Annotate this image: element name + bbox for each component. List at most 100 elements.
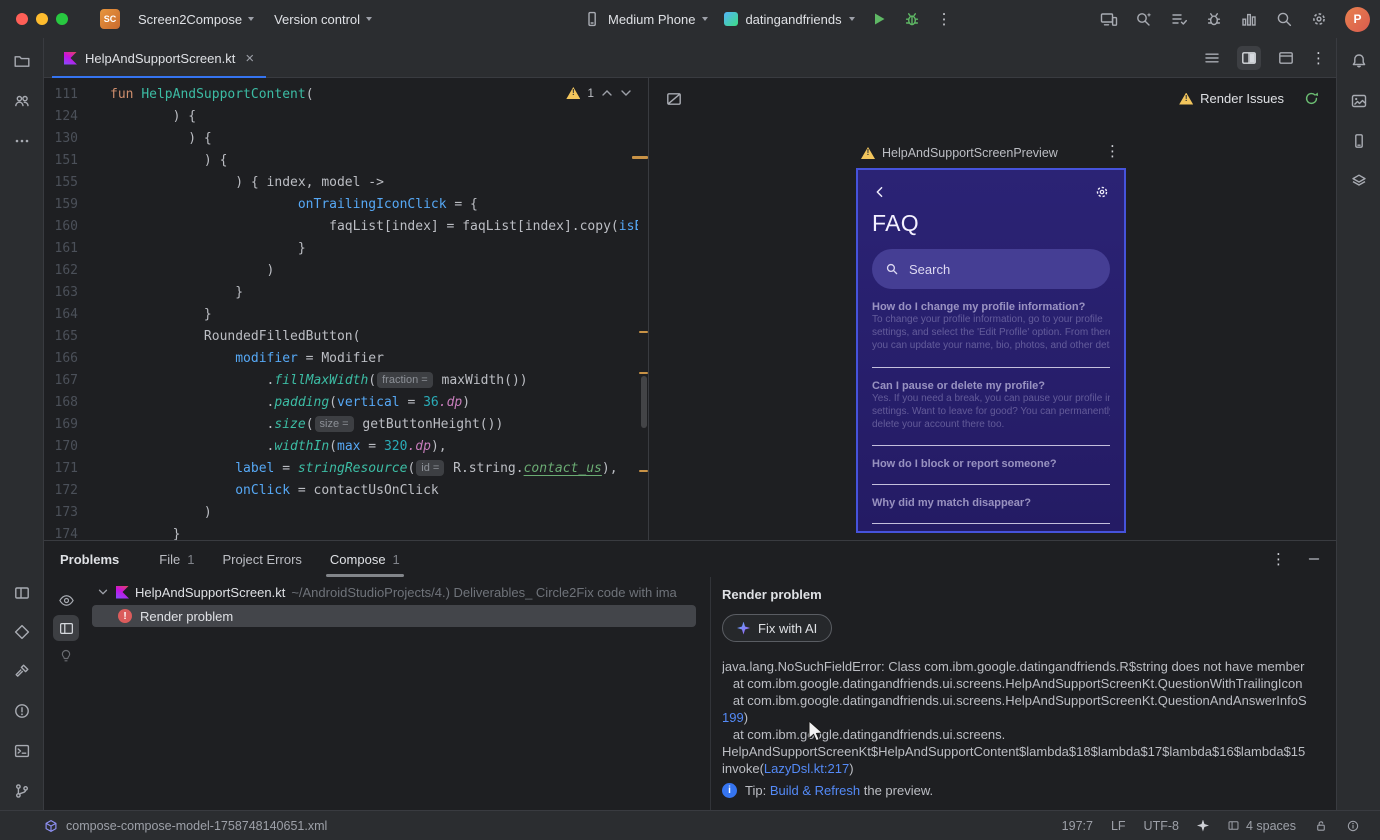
line-number[interactable]: 155 bbox=[44, 172, 78, 194]
code-line[interactable]: ) { bbox=[110, 128, 638, 150]
phone-preview-screen[interactable]: FAQ Search How do I change my profile in… bbox=[856, 168, 1126, 533]
settings-gear-icon[interactable] bbox=[1310, 10, 1328, 28]
code-line[interactable]: .size(size = getButtonHeight()) bbox=[110, 414, 638, 436]
code-line[interactable]: ) { index, model -> bbox=[110, 172, 638, 194]
line-number[interactable]: 166 bbox=[44, 348, 78, 370]
fix-with-ai-button[interactable]: Fix with AI bbox=[722, 614, 833, 642]
caret-position-widget[interactable]: 197:7 bbox=[1062, 819, 1093, 833]
quickfix-bulb-icon[interactable] bbox=[53, 643, 79, 669]
indent-widget[interactable]: 4 spaces bbox=[1227, 819, 1296, 833]
problems-icon[interactable] bbox=[13, 702, 31, 720]
preview-options-kebab[interactable]: ⋮ bbox=[1105, 144, 1120, 159]
build-icon[interactable] bbox=[13, 662, 31, 680]
code-line[interactable]: onClick = contactUsOnClick bbox=[110, 480, 638, 502]
editor-options-kebab[interactable]: ⋮ bbox=[1311, 51, 1326, 66]
line-number[interactable]: 164 bbox=[44, 304, 78, 326]
device-mirroring-icon[interactable] bbox=[1100, 10, 1118, 28]
line-number[interactable]: 169 bbox=[44, 414, 78, 436]
project-menu[interactable]: Screen2Compose bbox=[128, 7, 264, 32]
line-number[interactable]: 160 bbox=[44, 216, 78, 238]
line-number[interactable]: 172 bbox=[44, 480, 78, 502]
line-number[interactable]: 165 bbox=[44, 326, 78, 348]
editor-list-icon[interactable] bbox=[1200, 46, 1224, 70]
new-window-icon[interactable] bbox=[1274, 46, 1298, 70]
app-inspection-icon[interactable] bbox=[1205, 10, 1223, 28]
problems-file-row[interactable]: HelpAndSupportScreen.kt ~/AndroidStudioP… bbox=[88, 581, 704, 603]
line-number[interactable]: 173 bbox=[44, 502, 78, 524]
terminal-icon[interactable] bbox=[13, 742, 31, 760]
code-line[interactable]: } bbox=[110, 524, 638, 540]
search-icon[interactable] bbox=[1275, 10, 1293, 28]
stack-link[interactable]: 199 bbox=[722, 710, 744, 725]
code-line[interactable]: ) { bbox=[110, 150, 638, 172]
code-line[interactable]: ) bbox=[110, 260, 638, 282]
line-number[interactable]: 174 bbox=[44, 524, 78, 540]
line-number[interactable]: 171 bbox=[44, 458, 78, 480]
preview-eye-icon[interactable] bbox=[53, 587, 79, 613]
code-line[interactable]: faqList[index] = faqList[index].copy(isE bbox=[110, 216, 638, 238]
gemini-icon[interactable] bbox=[1350, 212, 1368, 230]
todo-list-icon[interactable] bbox=[1170, 10, 1188, 28]
commit-users-icon[interactable] bbox=[13, 92, 31, 110]
prev-warning-icon[interactable] bbox=[601, 89, 613, 97]
code-line[interactable]: } bbox=[110, 238, 638, 260]
code-line[interactable]: .widthIn(max = 320.dp), bbox=[110, 436, 638, 458]
run-button[interactable] bbox=[871, 11, 887, 27]
refresh-preview-icon[interactable] bbox=[1303, 90, 1320, 107]
line-number[interactable]: 170 bbox=[44, 436, 78, 458]
zoom-button[interactable] bbox=[56, 13, 68, 25]
hide-panel-icon[interactable] bbox=[1308, 553, 1320, 565]
code-line[interactable]: ) bbox=[110, 502, 638, 524]
editor-code[interactable]: fun HelpAndSupportContent( ) { ) { ) { )… bbox=[110, 84, 638, 540]
preview-card-header[interactable]: HelpAndSupportScreenPreview bbox=[861, 146, 1111, 160]
error-stripe-mark[interactable] bbox=[639, 470, 648, 472]
problems-tab-project-errors[interactable]: Project Errors bbox=[208, 541, 315, 577]
editor-scrollbar[interactable] bbox=[641, 376, 647, 428]
version-control-menu[interactable]: Version control bbox=[264, 7, 382, 32]
minimize-button[interactable] bbox=[36, 13, 48, 25]
build-refresh-link[interactable]: Build & Refresh bbox=[770, 783, 860, 798]
line-number[interactable]: 159 bbox=[44, 194, 78, 216]
encoding-widget[interactable]: UTF-8 bbox=[1144, 819, 1179, 833]
code-line[interactable]: label = stringResource(id = R.string.con… bbox=[110, 458, 638, 480]
line-number[interactable]: 124 bbox=[44, 106, 78, 128]
stack-link[interactable]: LazyDsl.kt:217 bbox=[764, 761, 849, 776]
line-number[interactable]: 163 bbox=[44, 282, 78, 304]
user-avatar[interactable]: P bbox=[1345, 6, 1370, 32]
line-separator-widget[interactable]: LF bbox=[1111, 819, 1126, 833]
inspections-widget[interactable]: 1 bbox=[566, 86, 632, 100]
debug-button[interactable] bbox=[903, 10, 921, 28]
notifications-bell-icon[interactable] bbox=[1350, 52, 1368, 70]
status-file-widget[interactable]: compose-compose-model-1758748140651.xml bbox=[44, 819, 327, 833]
more-tool-windows-icon[interactable] bbox=[13, 132, 31, 150]
device-selector[interactable]: Medium Phone bbox=[583, 10, 709, 28]
logcat-icon[interactable] bbox=[13, 584, 31, 602]
problems-tab-compose[interactable]: Compose 1 bbox=[316, 541, 414, 577]
split-preview-icon[interactable] bbox=[1237, 46, 1261, 70]
close-tab-icon[interactable]: × bbox=[245, 51, 254, 66]
more-run-actions-button[interactable]: ⋮ bbox=[937, 12, 952, 27]
panel-options-kebab[interactable]: ⋮ bbox=[1271, 552, 1286, 567]
code-editor[interactable]: 111 124 130 151 155 159 160 161 162 163 164 165 166 1… bbox=[44, 78, 648, 540]
device-manager-icon[interactable] bbox=[1350, 132, 1368, 150]
line-number[interactable]: 111 bbox=[44, 84, 78, 106]
resource-manager-icon[interactable] bbox=[1350, 92, 1368, 110]
line-number[interactable]: 151 bbox=[44, 150, 78, 172]
code-line[interactable]: } bbox=[110, 282, 638, 304]
line-number[interactable]: 162 bbox=[44, 260, 78, 282]
ai-search-icon[interactable] bbox=[1135, 10, 1153, 28]
code-line[interactable]: ) { bbox=[110, 106, 638, 128]
app-insights-icon[interactable] bbox=[13, 623, 31, 641]
profiler-icon[interactable] bbox=[1240, 10, 1258, 28]
preview-layout-icon[interactable] bbox=[665, 90, 683, 108]
code-line[interactable]: modifier = Modifier bbox=[110, 348, 638, 370]
code-line[interactable]: .fillMaxWidth(fraction = maxWidth()) bbox=[110, 370, 638, 392]
error-stripe-mark[interactable] bbox=[632, 156, 648, 159]
next-warning-icon[interactable] bbox=[620, 89, 632, 97]
status-info-icon[interactable] bbox=[1346, 819, 1360, 833]
problems-splitter[interactable] bbox=[710, 577, 711, 810]
line-number[interactable]: 167 bbox=[44, 370, 78, 392]
error-stripe-mark[interactable] bbox=[639, 372, 648, 374]
chevron-down-icon[interactable] bbox=[96, 585, 110, 599]
render-issues-button[interactable]: Render Issues bbox=[1179, 91, 1284, 106]
